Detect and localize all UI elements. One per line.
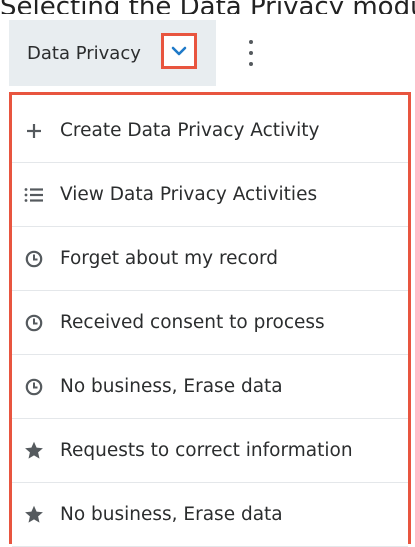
menu-item-label: No business, Erase data [60, 504, 283, 525]
module-tab-label: Data Privacy [27, 42, 141, 64]
clock-icon [22, 311, 46, 335]
menu-item-create-data-privacy-activity[interactable]: Create Data Privacy Activity [12, 99, 408, 163]
clock-icon [22, 247, 46, 271]
menu-item-requests-to-correct-information[interactable]: Requests to correct information [12, 419, 408, 483]
star-icon [22, 503, 46, 527]
kebab-menu-icon[interactable] [239, 40, 263, 66]
module-tab-bar: Data Privacy [0, 20, 415, 86]
menu-item-forget-about-my-record[interactable]: Forget about my record [12, 227, 408, 291]
menu-item-label: Requests to correct information [60, 440, 353, 461]
menu-item-view-data-privacy-activities[interactable]: View Data Privacy Activities [12, 163, 408, 227]
clock-icon [22, 375, 46, 399]
chevron-down-icon [171, 46, 187, 56]
menu-item-no-business-erase-data[interactable]: No business, Erase data [12, 355, 408, 419]
menu-item-received-consent-to-process[interactable]: Received consent to process [12, 291, 408, 355]
menu-item-label: View Data Privacy Activities [60, 184, 318, 205]
menu-item-label: No business, Erase data [60, 376, 283, 397]
plus-icon [22, 119, 46, 143]
module-menu-toggle-button[interactable] [161, 33, 197, 69]
star-icon [22, 439, 46, 463]
cropped-caption: Selecting the Data Privacy module tab [0, 0, 415, 14]
menu-item-label: Received consent to process [60, 312, 325, 333]
list-icon [22, 183, 46, 207]
module-tab-data-privacy[interactable]: Data Privacy [9, 20, 216, 86]
menu-item-no-business-erase-data-2[interactable]: No business, Erase data [12, 483, 408, 547]
module-dropdown-menu: Create Data Privacy Activity View Data P… [9, 92, 411, 547]
menu-item-label: Forget about my record [60, 248, 279, 269]
menu-item-label: Create Data Privacy Activity [60, 120, 320, 141]
